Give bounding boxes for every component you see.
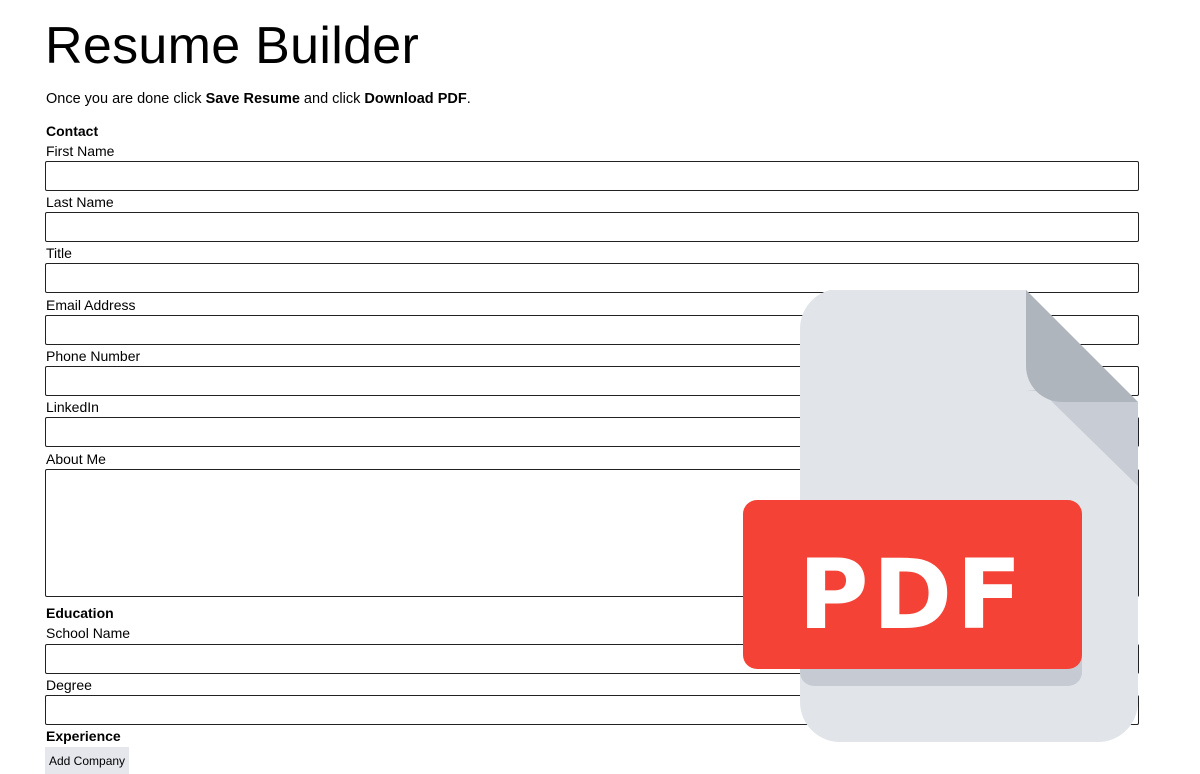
school-name-label: School Name — [46, 625, 131, 641]
phone-label: Phone Number — [46, 348, 141, 364]
add-company-button[interactable]: Add Company — [45, 747, 130, 774]
pdf-file-icon: PDF — [743, 290, 1138, 742]
about-me-label: About Me — [46, 451, 106, 467]
pdf-page-fold — [1026, 290, 1138, 402]
intro-download-label: Download PDF — [364, 91, 467, 107]
last-name-label: Last Name — [46, 194, 114, 210]
first-name-label: First Name — [46, 143, 115, 159]
experience-heading: Experience — [46, 728, 121, 744]
first-name-input[interactable] — [45, 161, 1139, 191]
page-title: Resume Builder — [45, 17, 420, 75]
degree-label: Degree — [46, 677, 92, 693]
resume-builder-page: Resume Builder Once you are done click S… — [0, 0, 1200, 774]
contact-heading: Contact — [46, 123, 99, 139]
pdf-badge-text: PDF — [798, 539, 1026, 651]
title-label: Title — [46, 245, 72, 261]
intro-prefix: Once you are done click — [46, 91, 206, 107]
intro-text: Once you are done click Save Resume and … — [46, 91, 471, 107]
linkedin-label: LinkedIn — [46, 399, 99, 415]
education-heading: Education — [46, 605, 114, 621]
intro-suffix: . — [466, 91, 471, 107]
intro-middle: and click — [299, 91, 365, 107]
intro-save-label: Save Resume — [205, 91, 300, 107]
email-label: Email Address — [46, 297, 136, 313]
last-name-input[interactable] — [45, 212, 1139, 242]
